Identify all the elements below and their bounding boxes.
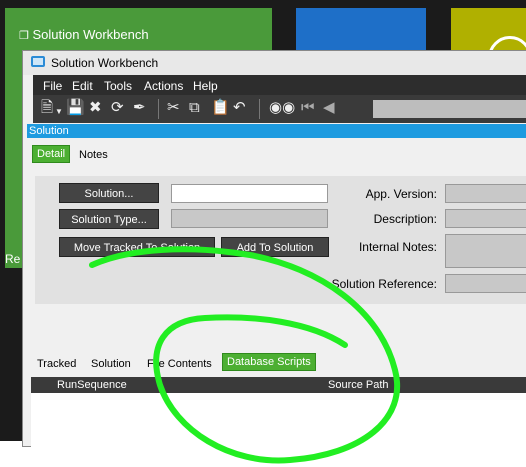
- solution-workbench-window: Solution Workbench File Edit Tools Actio…: [22, 50, 526, 448]
- refresh-icon[interactable]: ⟳: [111, 100, 124, 116]
- window-title: Solution Workbench: [51, 56, 159, 70]
- tab-notes[interactable]: Notes: [79, 149, 108, 161]
- internal-notes-field[interactable]: [445, 234, 526, 268]
- detail-form-panel: Solution... Solution Type... Move Tracke…: [35, 176, 526, 304]
- internal-notes-label: Internal Notes:: [358, 240, 437, 254]
- tab-tracked[interactable]: Tracked: [37, 358, 76, 370]
- cut-icon[interactable]: ✂: [167, 100, 180, 116]
- tab-solution[interactable]: Solution: [91, 358, 131, 370]
- delete-icon[interactable]: ✖: [89, 100, 102, 116]
- binoculars-icon[interactable]: ◉◉: [269, 100, 295, 116]
- app-version-field[interactable]: [445, 184, 526, 203]
- window-icon: ❐: [19, 30, 29, 42]
- tab-database-scripts[interactable]: Database Scripts: [222, 353, 316, 371]
- first-record-icon[interactable]: ⏮: [301, 100, 315, 116]
- solution-reference-label: Solution Reference:: [331, 277, 437, 291]
- previous-record-icon[interactable]: ◀: [323, 100, 335, 116]
- undo-icon[interactable]: ↶: [233, 100, 246, 116]
- toolbar-separator: [259, 99, 260, 119]
- background-tile-title: ❐ Solution Workbench: [19, 27, 149, 42]
- save-icon[interactable]: 💾: [66, 100, 85, 116]
- background-tile-partial-text: Re: [5, 252, 21, 266]
- solution-type-button[interactable]: Solution Type...: [59, 209, 159, 229]
- window-titlebar[interactable]: Solution Workbench: [23, 51, 526, 75]
- copy-icon[interactable]: ⧉: [189, 100, 200, 116]
- section-header-bar: [27, 124, 526, 138]
- dropdown-arrow-icon[interactable]: ▼: [55, 104, 63, 120]
- grid-header: RunSequence Source Path: [31, 377, 526, 393]
- solution-field[interactable]: [171, 184, 328, 203]
- tab-detail[interactable]: Detail: [32, 145, 71, 163]
- record-navigation-bar[interactable]: [373, 100, 526, 118]
- section-title: Solution: [29, 125, 69, 137]
- toolbar-separator: [158, 99, 159, 119]
- app-window-icon: [31, 56, 45, 67]
- description-field[interactable]: [445, 209, 526, 228]
- solution-type-field[interactable]: [171, 209, 328, 228]
- solution-button[interactable]: Solution...: [59, 183, 159, 203]
- database-scripts-grid[interactable]: [31, 393, 526, 448]
- paste-icon[interactable]: 📋: [211, 100, 230, 116]
- clear-icon[interactable]: ✒: [133, 100, 146, 116]
- menu-edit[interactable]: Edit: [72, 79, 93, 93]
- menu-file[interactable]: File: [43, 79, 62, 93]
- menu-help[interactable]: Help: [193, 79, 218, 93]
- column-header-runsequence[interactable]: RunSequence: [57, 379, 127, 391]
- menu-bar: File Edit Tools Actions Help: [33, 75, 526, 95]
- menu-actions[interactable]: Actions: [144, 79, 183, 93]
- new-icon[interactable]: 🗎: [41, 100, 53, 116]
- move-tracked-to-solution-button[interactable]: Move Tracked To Solution: [59, 237, 215, 257]
- description-label: Description:: [373, 212, 437, 226]
- column-header-source-path[interactable]: Source Path: [328, 379, 389, 391]
- menu-tools[interactable]: Tools: [104, 79, 132, 93]
- solution-reference-field[interactable]: [445, 274, 526, 293]
- background-tile-label: Solution Workbench: [32, 27, 149, 42]
- toolbar: 🗎 ▼ 💾 ✖ ⟳ ✒ ✂ ⧉ 📋 ↶ ◉◉ ⏮ ◀: [33, 95, 526, 123]
- app-version-label: App. Version:: [365, 187, 437, 201]
- tab-file-contents[interactable]: File Contents: [147, 358, 212, 370]
- add-to-solution-button[interactable]: Add To Solution: [221, 237, 329, 257]
